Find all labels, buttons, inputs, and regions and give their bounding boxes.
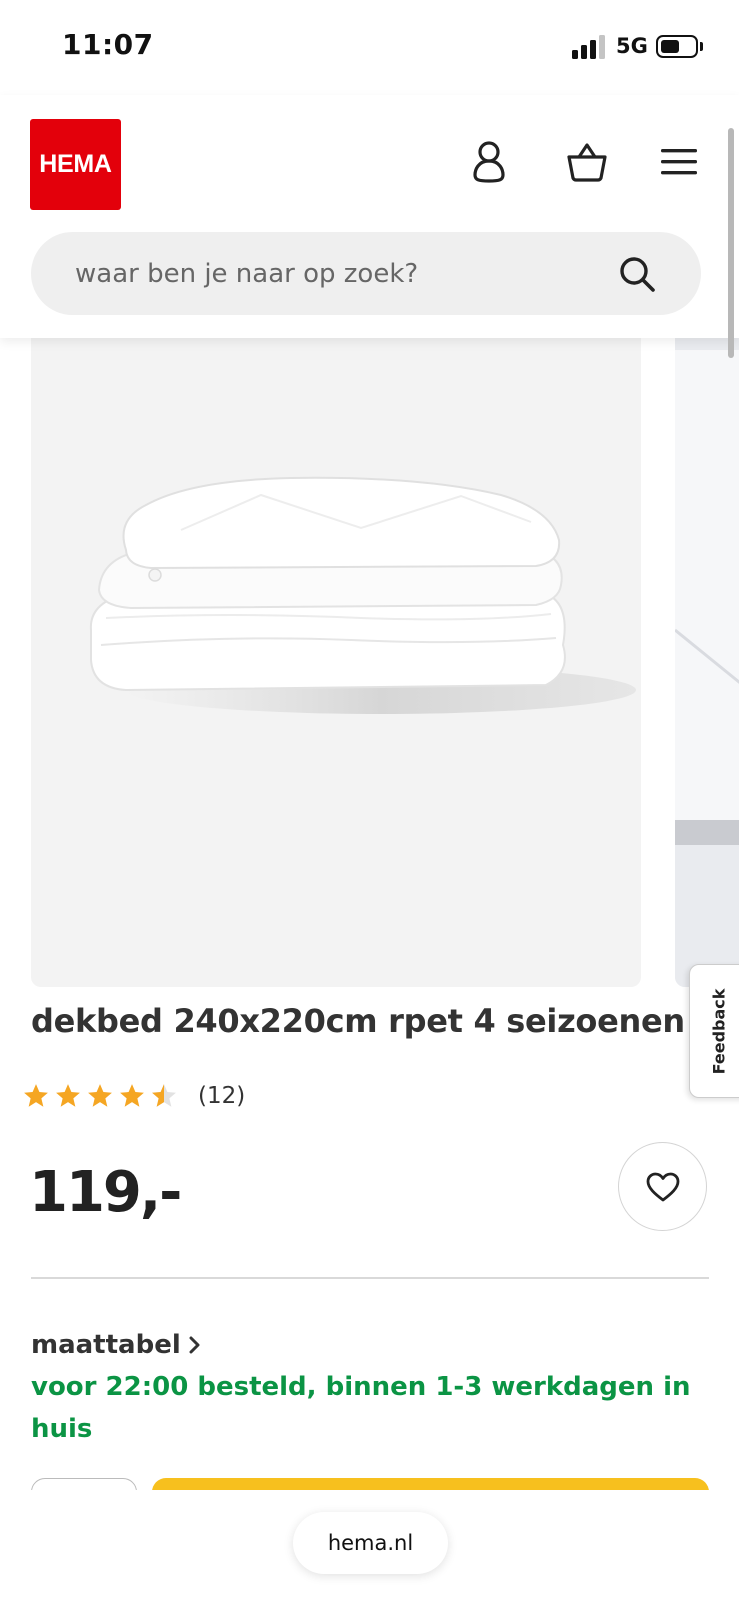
hema-logo[interactable]: HEMA [30,119,121,210]
search-icon[interactable] [617,254,657,294]
account-icon[interactable] [466,139,512,185]
wishlist-button[interactable] [618,1142,707,1231]
star-icon [120,1084,144,1107]
product-page: 11:07 5G HEMA waar ben je naar op zoek? … [0,0,739,1600]
page-scrollbar[interactable] [728,128,734,358]
feedback-tab[interactable]: Feedback [689,964,739,1098]
battery-icon [656,35,698,58]
search-bar [31,232,701,315]
star-icon [88,1084,112,1107]
star-icon [56,1084,80,1107]
search-input[interactable] [75,232,595,315]
battery-tip [700,42,703,51]
product-price: 119,- [29,1160,182,1225]
heart-icon [646,1172,679,1201]
basket-icon[interactable] [564,139,610,185]
size-chart-link[interactable]: maattabel [31,1330,201,1360]
rating-count: (12) [198,1083,246,1109]
url-pill[interactable]: hema.nl [293,1512,448,1574]
site-header: HEMA [0,95,739,338]
divider [31,1277,709,1279]
chevron-right-icon [189,1336,200,1354]
duvet-illustration [89,476,636,714]
network-label: 5G [616,34,648,58]
star-icon [24,1084,48,1107]
status-time: 11:07 [62,28,154,61]
status-bar: 11:07 5G [0,0,739,95]
product-title: dekbed 240x220cm rpet 4 seizoenen [31,1002,685,1040]
next-product-image[interactable] [675,300,739,987]
delivery-info: voor 22:00 besteld, binnen 1-3 werkdagen… [31,1372,691,1444]
product-rating[interactable]: (12) [22,1080,245,1112]
half-star-icon [152,1084,176,1107]
menu-icon[interactable] [656,139,702,185]
product-image[interactable] [31,300,641,987]
signal-icon [572,35,606,59]
rating-stars [22,1082,178,1110]
